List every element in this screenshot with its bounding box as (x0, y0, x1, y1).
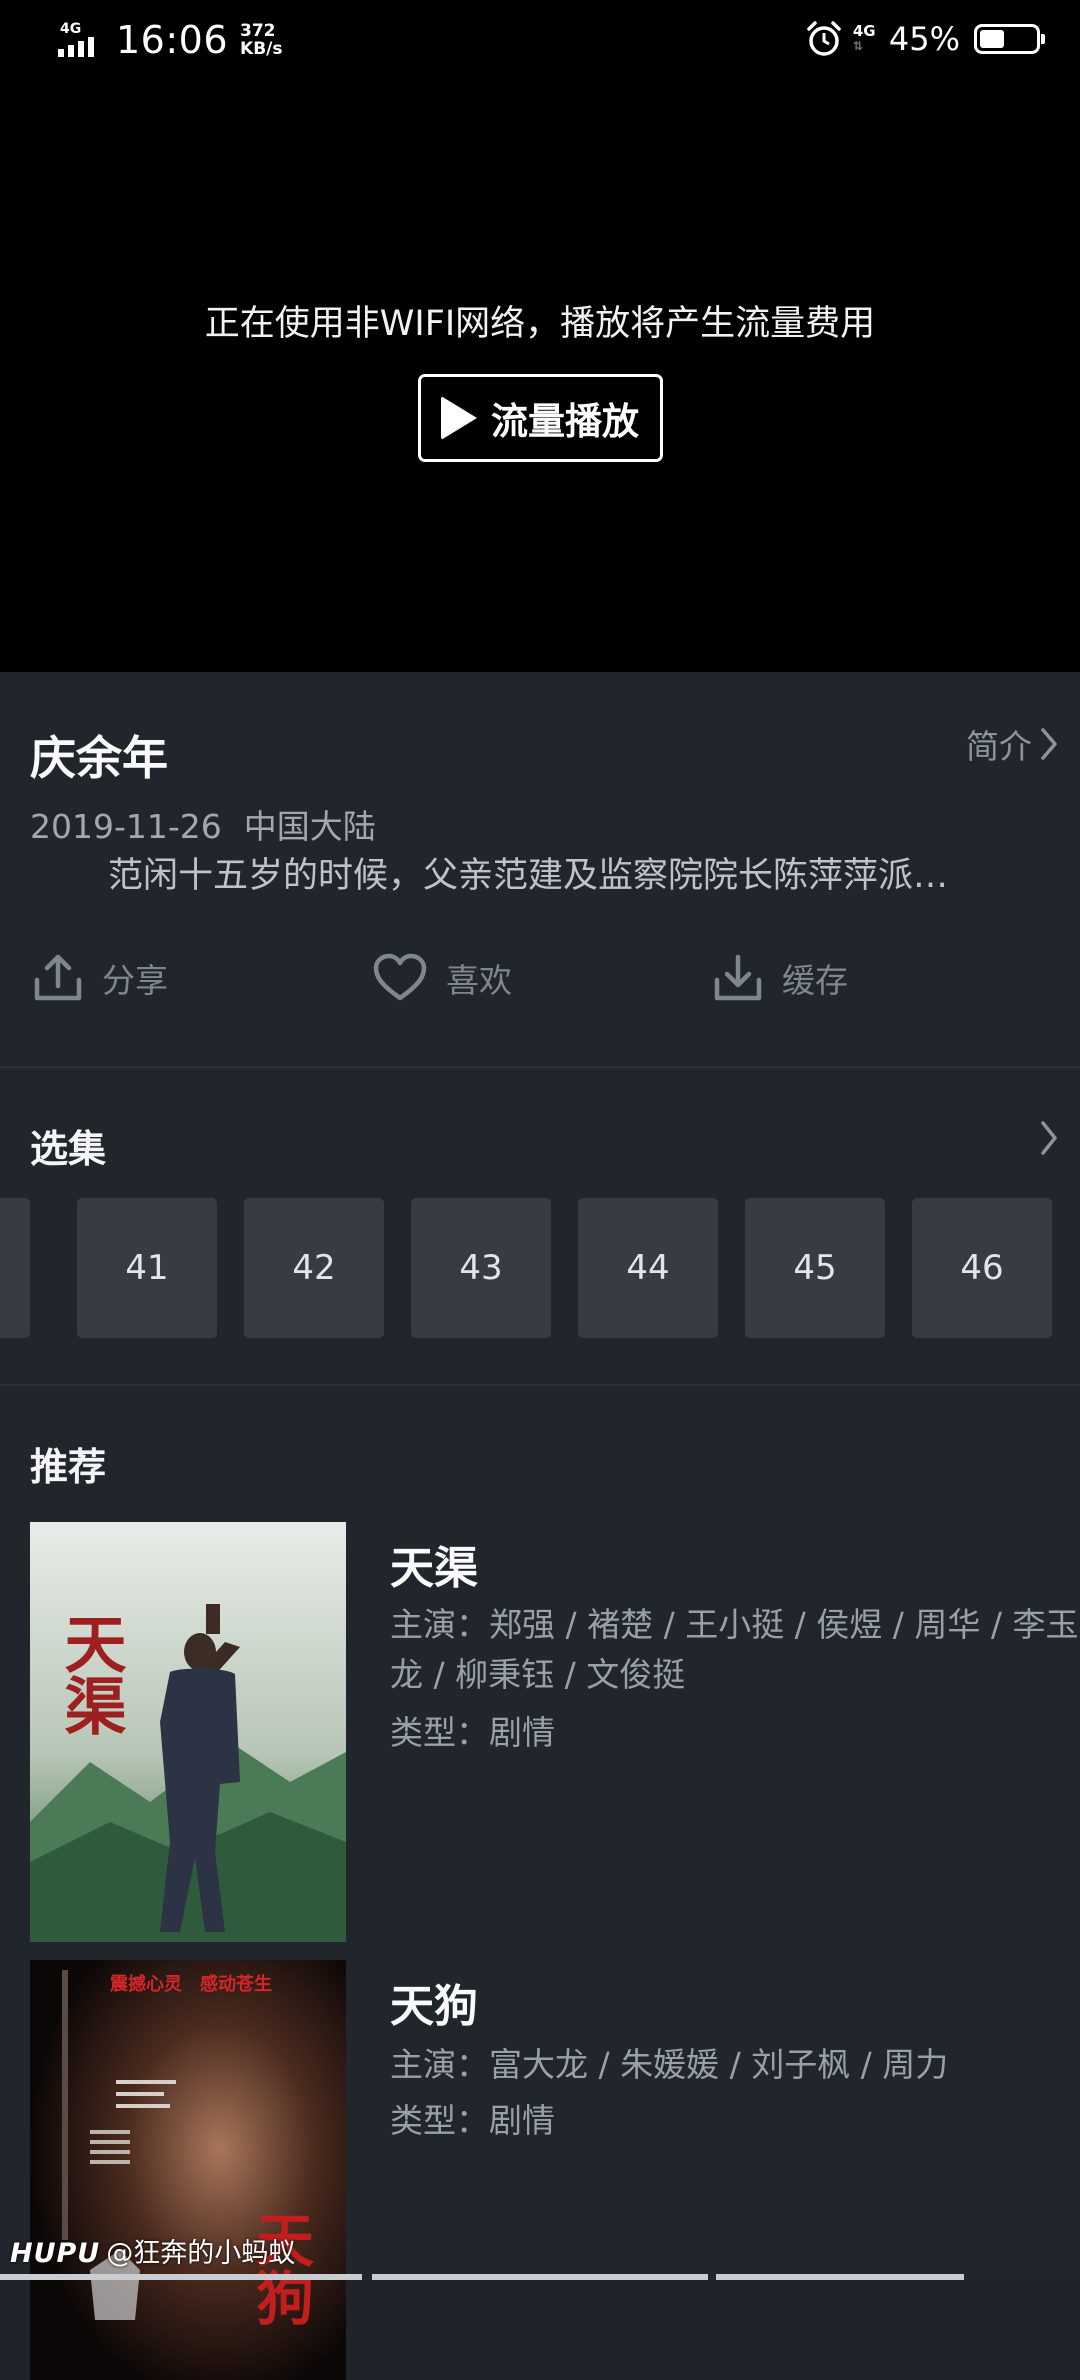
cellular-play-button[interactable]: 流量播放 (418, 374, 663, 462)
episode-tile[interactable]: 42 (244, 1198, 384, 1338)
network-type-icon: 4G ⇅ (853, 24, 879, 54)
cache-button[interactable]: 缓存 (712, 952, 848, 1004)
action-bar: 分享 喜欢 缓存 (0, 952, 1080, 1052)
signal-label: 4G (60, 21, 81, 37)
network-speed-value: 372 (240, 22, 282, 40)
poster-image: 天渠 (30, 1522, 346, 1942)
poster-tagline: 震撼心灵 感动苍生 (110, 1973, 272, 1995)
genre-value: 剧情 (489, 2101, 555, 2140)
recommend-section: 推荐 天渠 天渠 (0, 1386, 1080, 2280)
show-title: 庆余年 (30, 722, 168, 788)
watermark: HUPU@狂奔的小蚂蚁 (10, 2231, 295, 2270)
chevron-right-icon (1040, 727, 1058, 761)
battery-icon (974, 24, 1040, 54)
cast-label: 主演： (390, 1605, 489, 1644)
recommend-card[interactable]: 天渠 天渠 主演：郑强 / 褚楚 / 王小挺 / 侯煜 / 周华 / 李玉龙 /… (30, 1522, 1060, 1942)
status-bar: 4G 16:06 372 KB/s 4G ⇅ 45% (0, 0, 1080, 86)
play-icon (441, 396, 477, 440)
network-speed: 372 KB/s (240, 22, 282, 58)
like-label: 喜欢 (446, 954, 512, 1002)
release-date: 2019-11-26 (30, 807, 222, 846)
alarm-icon (805, 20, 843, 58)
episode-section-title: 选集 (30, 1118, 106, 1173)
show-info: 庆余年 简介 2019-11-26 中国大陆 范闲十五岁的时候，父亲范建及监察院院… (0, 672, 1080, 1067)
data-usage-warning: 正在使用非WIFI网络，播放将产生流量费用 (0, 295, 1080, 346)
episode-tile[interactable]: 46 (912, 1198, 1052, 1338)
episode-tile[interactable]: 41 (77, 1198, 217, 1338)
cellular-play-label: 流量播放 (491, 391, 639, 445)
recommend-genre: 类型：剧情 (390, 1708, 1080, 1758)
episode-tile[interactable]: 43 (411, 1198, 551, 1338)
status-time: 16:06 (116, 18, 228, 62)
recommend-genre: 类型：剧情 (390, 2096, 1080, 2146)
watermark-user: @狂奔的小蚂蚁 (106, 2238, 295, 2269)
like-button[interactable]: 喜欢 (372, 952, 512, 1004)
show-meta: 2019-11-26 中国大陆 (30, 800, 376, 848)
cast-label: 主演： (390, 2045, 489, 2084)
cast-value: 郑强 / 褚楚 / 王小挺 / 侯煜 / 周华 / 李玉龙 / 柳秉钰 / 文俊… (390, 1605, 1079, 1694)
episode-section: 选集 41 42 43 44 45 46 (0, 1068, 1080, 1384)
cache-label: 缓存 (782, 954, 848, 1002)
episode-tile[interactable]: 44 (578, 1198, 718, 1338)
recommend-section-title: 推荐 (30, 1436, 106, 1491)
heart-icon (372, 952, 428, 1004)
status-left: 4G 16:06 372 KB/s (58, 18, 282, 62)
share-label: 分享 (102, 954, 168, 1002)
region: 中国大陆 (244, 807, 376, 846)
episode-tile[interactable]: 45 (745, 1198, 885, 1338)
signal-icon: 4G (58, 19, 104, 61)
recommend-cast: 主演：富大龙 / 朱媛媛 / 刘子枫 / 周力 (390, 2040, 1080, 2090)
show-description[interactable]: 范闲十五岁的时候，父亲范建及监察院院长陈萍萍派… (108, 847, 1053, 898)
chevron-right-icon[interactable] (1040, 1120, 1058, 1156)
recommend-title: 天渠 (390, 1532, 478, 1596)
episode-list[interactable]: 41 42 43 44 45 46 (0, 1198, 1080, 1338)
network-speed-unit: KB/s (240, 40, 282, 58)
share-button[interactable]: 分享 (32, 952, 168, 1004)
poster-title-text: 天渠 (54, 1612, 127, 1736)
network-type-label: 4G (853, 24, 879, 39)
intro-link[interactable]: 简介 (966, 720, 1058, 768)
download-icon (712, 952, 764, 1004)
video-player[interactable]: 4G 16:06 372 KB/s 4G ⇅ 45% (0, 0, 1080, 672)
cast-value: 富大龙 / 朱媛媛 / 刘子枫 / 周力 (489, 2045, 948, 2084)
share-icon (32, 952, 84, 1004)
genre-label: 类型： (390, 2101, 489, 2140)
poster-image: 震撼心灵 感动苍生 天狗 (30, 1960, 346, 2380)
status-right: 4G ⇅ 45% (805, 20, 1040, 58)
genre-label: 类型： (390, 1713, 489, 1752)
recommend-cast: 主演：郑强 / 褚楚 / 王小挺 / 侯煜 / 周华 / 李玉龙 / 柳秉钰 /… (390, 1600, 1080, 1700)
episode-tile-partial[interactable] (0, 1198, 30, 1338)
recommend-title: 天狗 (390, 1970, 478, 2034)
intro-label: 简介 (966, 720, 1032, 768)
watermark-brand: HUPU (10, 2238, 100, 2269)
genre-value: 剧情 (489, 1713, 555, 1752)
battery-percent: 45% (889, 20, 960, 58)
bottom-indicator (0, 2274, 1080, 2280)
